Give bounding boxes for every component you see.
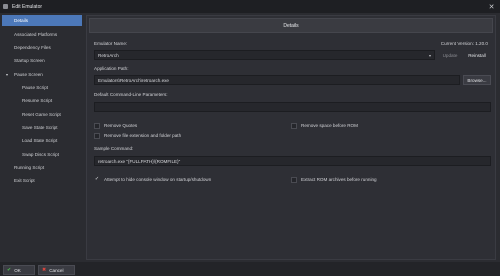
sidebar-item-running-script[interactable]: Running Script	[2, 162, 82, 173]
sidebar-item-dependency-files[interactable]: Dependency Files	[2, 42, 82, 53]
sidebar-item-resume-script[interactable]: Resume Script	[2, 95, 82, 106]
sidebar-item-label: Resume Script	[22, 98, 53, 103]
cancel-icon: ✖	[42, 267, 47, 273]
application-path-label: Application Path:	[94, 66, 129, 71]
sidebar-item-label: Details	[14, 18, 29, 23]
sidebar: Details Associated Platforms Dependency …	[0, 13, 83, 262]
hide-console-checkbox[interactable]: ✓ Attempt to hide console window on star…	[94, 176, 211, 183]
sidebar-item-swap-discs-script[interactable]: Swap Discs Script	[2, 149, 82, 160]
checkmark-icon[interactable]: ✓	[94, 177, 100, 183]
remove-space-label: Remove space before ROM	[301, 123, 358, 128]
sidebar-item-exit-script[interactable]: Exit Script	[2, 175, 82, 186]
sidebar-item-details[interactable]: Details	[2, 15, 82, 26]
sidebar-item-label: Startup Screen	[14, 58, 45, 63]
details-panel: Details Emulator Name: Current Version: …	[86, 15, 496, 260]
remove-quotes-checkbox[interactable]: Remove Quotes	[94, 122, 137, 129]
cancel-button[interactable]: ✖ Cancel	[38, 265, 75, 275]
update-button[interactable]: Update	[439, 50, 461, 60]
sidebar-item-save-state-script[interactable]: Save State Script	[2, 122, 82, 133]
sidebar-item-label: Exit Script	[14, 178, 35, 183]
current-version-label: Current Version: 1.20.0	[440, 41, 488, 46]
window-title: Edit Emulator	[12, 3, 43, 10]
sidebar-item-label: Dependency Files	[14, 45, 51, 50]
sidebar-item-label: Save State Script	[22, 125, 58, 130]
checkbox-box[interactable]	[94, 122, 100, 129]
sidebar-item-label: Running Script	[14, 165, 45, 170]
cancel-label: Cancel	[49, 267, 64, 273]
sidebar-item-reset-game-script[interactable]: Reset Game Script	[2, 109, 82, 120]
remove-quotes-label: Remove Quotes	[104, 123, 138, 128]
ok-label: OK	[14, 267, 21, 273]
application-path-input[interactable]: Emulators\RetroArch\retroarch.exe	[94, 75, 460, 85]
extract-rom-checkbox[interactable]: Extract ROM archives before running	[291, 176, 377, 183]
chevron-down-icon[interactable]: ▾	[429, 53, 431, 58]
expand-arrow-icon[interactable]: ▾	[6, 72, 8, 77]
hide-console-label: Attempt to hide console window on startu…	[104, 177, 212, 182]
extract-rom-label: Extract ROM archives before running	[301, 177, 377, 182]
app-icon	[3, 4, 8, 9]
checkbox-box[interactable]	[94, 132, 100, 139]
emulator-name-value: RetroArch	[98, 52, 119, 58]
browse-button[interactable]: Browse...	[463, 75, 491, 85]
dialog-footer: ✔ OK ✖ Cancel	[0, 262, 500, 276]
emulator-name-combo[interactable]: RetroArch ▾	[94, 50, 435, 60]
ok-button[interactable]: ✔ OK	[3, 265, 35, 275]
sample-command-field[interactable]: retroarch.exe "{FULLPATH}\{ROMFILE}"	[94, 156, 491, 166]
remove-space-checkbox[interactable]: Remove space before ROM	[291, 122, 358, 129]
sidebar-item-pause-screen[interactable]: ▾ Pause Screen	[2, 69, 82, 80]
sidebar-item-label: Associated Platforms	[14, 32, 58, 37]
sidebar-item-label: Reset Game Script	[22, 112, 61, 117]
title-bar: Edit Emulator ✕	[0, 0, 500, 13]
reinstall-button[interactable]: Reinstall	[463, 50, 491, 60]
sidebar-item-load-state-script[interactable]: Load State Script	[2, 135, 82, 146]
sidebar-item-label: Pause Screen	[14, 72, 43, 77]
sidebar-item-startup-screen[interactable]: Startup Screen	[2, 55, 82, 66]
remove-extension-checkbox[interactable]: Remove file extension and folder path	[94, 132, 181, 139]
default-params-input[interactable]	[94, 102, 491, 112]
close-icon[interactable]: ✕	[487, 2, 496, 11]
emulator-name-label: Emulator Name:	[94, 41, 128, 46]
remove-extension-label: Remove file extension and folder path	[104, 133, 182, 138]
sample-command-label: Sample Command:	[94, 146, 134, 151]
sidebar-item-label: Swap Discs Script	[22, 152, 60, 157]
checkmark-icon: ✔	[7, 267, 12, 273]
sidebar-item-pause-script[interactable]: Pause Script	[2, 82, 82, 93]
default-params-label: Default Command-Line Parameters:	[94, 92, 168, 97]
sidebar-item-label: Pause Script	[22, 85, 49, 90]
checkbox-box[interactable]	[291, 122, 297, 129]
checkbox-box[interactable]	[291, 176, 297, 183]
sidebar-item-label: Load State Script	[22, 138, 58, 143]
sidebar-item-associated-platforms[interactable]: Associated Platforms	[2, 29, 82, 40]
tab-details[interactable]: Details	[89, 18, 493, 33]
